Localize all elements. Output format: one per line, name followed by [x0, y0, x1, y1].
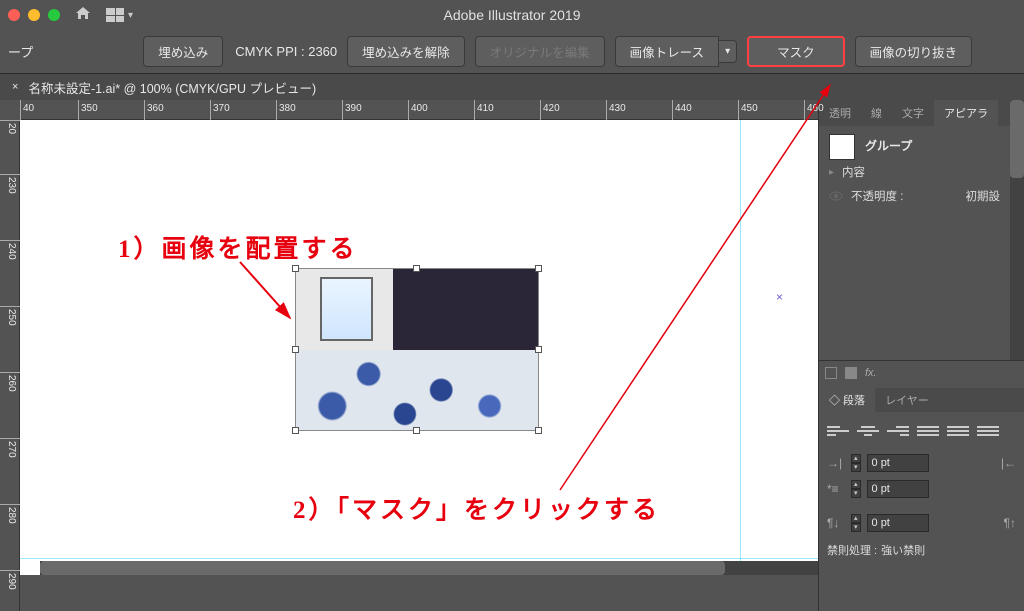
kinsoku-label: 禁則処理 :	[827, 542, 877, 558]
tab-transparency[interactable]: 透明	[819, 100, 861, 126]
expand-icon[interactable]: ▸	[829, 167, 834, 178]
resize-handle-bm[interactable]	[413, 427, 420, 434]
window-minimize-icon[interactable]	[28, 9, 40, 21]
ruler-vertical[interactable]: 20 230 240 250 260 270 280 290	[0, 120, 20, 611]
scrollbar-horizontal[interactable]	[40, 561, 818, 575]
stepper-down-icon[interactable]: ▾	[851, 523, 861, 532]
ruler-tick: 40	[20, 100, 34, 120]
tab-stroke[interactable]: 線	[861, 100, 892, 126]
scrollbar-thumb[interactable]	[1010, 100, 1024, 178]
align-center-button[interactable]	[857, 422, 879, 440]
justify-center-button[interactable]	[947, 422, 969, 440]
stroke-icon[interactable]	[845, 367, 857, 379]
tab-type[interactable]: 文字	[892, 100, 934, 126]
ruler-tick: 390	[342, 100, 362, 120]
ruler-tick: 350	[78, 100, 98, 120]
chevron-down-icon: ▾	[128, 10, 133, 21]
app-title: Adobe Illustrator 2019	[444, 7, 581, 23]
image-content	[296, 269, 538, 430]
justify-left-button[interactable]	[917, 422, 939, 440]
stepper-up-icon[interactable]: ▴	[851, 454, 861, 463]
tab-layers[interactable]: レイヤー	[875, 388, 939, 412]
embed-button[interactable]: 埋め込み	[143, 36, 223, 67]
ruler-tick: 380	[276, 100, 296, 120]
document-tab-title[interactable]: 名称未設定-1.ai* @ 100% (CMYK/GPU プレビュー)	[28, 78, 316, 97]
panel-scrollbar[interactable]	[1010, 100, 1024, 360]
image-trace-chevron-icon[interactable]: ▾	[719, 40, 737, 63]
space-after-icon: ¶↑	[1004, 516, 1016, 530]
guide-horizontal[interactable]	[20, 558, 818, 559]
close-tab-icon[interactable]: ×	[12, 81, 18, 93]
center-mark-icon: ×	[776, 290, 783, 304]
guide-vertical[interactable]	[740, 120, 741, 611]
ruler-tick: 20	[0, 120, 20, 134]
stepper-down-icon[interactable]: ▾	[851, 463, 861, 472]
ruler-tick: 450	[738, 100, 758, 120]
ruler-tick: 370	[210, 100, 230, 120]
ruler-tick: 430	[606, 100, 626, 120]
ruler-tick: 270	[0, 438, 20, 458]
resize-handle-bl[interactable]	[292, 427, 299, 434]
indent-right-icon: |←	[1001, 456, 1016, 470]
window-maximize-icon[interactable]	[48, 9, 60, 21]
space-before-input[interactable]	[867, 514, 929, 532]
unembed-button[interactable]: 埋め込みを解除	[347, 36, 465, 67]
mask-button[interactable]: マスク	[747, 36, 845, 67]
placed-image[interactable]	[295, 268, 539, 431]
ruler-tick: 400	[408, 100, 428, 120]
first-line-indent-icon: *≡	[827, 482, 845, 496]
home-icon[interactable]	[75, 6, 91, 25]
tab-appearance[interactable]: アピアラ	[934, 100, 998, 126]
image-trace-button[interactable]: 画像トレース	[615, 36, 719, 67]
first-line-indent-input[interactable]	[867, 480, 929, 498]
resize-handle-tm[interactable]	[413, 265, 420, 272]
stepper-up-icon[interactable]: ▴	[851, 514, 861, 523]
appearance-swatch[interactable]	[829, 134, 855, 160]
opacity-label: 不透明度 :	[851, 188, 903, 204]
align-left-button[interactable]	[827, 422, 849, 440]
ruler-tick: 240	[0, 240, 20, 260]
opacity-value[interactable]: 初期設	[966, 188, 1001, 204]
kinsoku-value[interactable]: 強い禁則	[881, 542, 925, 558]
space-before-icon: ¶↓	[827, 516, 845, 530]
ruler-tick: 410	[474, 100, 494, 120]
ruler-tick: 280	[0, 504, 20, 524]
workspace-switcher[interactable]: ▾	[106, 8, 133, 22]
indent-left-input[interactable]	[867, 454, 929, 472]
resize-handle-mr[interactable]	[535, 346, 542, 353]
ruler-tick: 230	[0, 174, 20, 194]
ruler-tick: 260	[0, 372, 20, 392]
resize-handle-tl[interactable]	[292, 265, 299, 272]
stepper-up-icon[interactable]: ▴	[851, 480, 861, 489]
ruler-tick: 440	[672, 100, 692, 120]
ruler-tick: 360	[144, 100, 164, 120]
crop-image-button[interactable]: 画像の切り抜き	[855, 36, 973, 67]
resize-handle-ml[interactable]	[292, 346, 299, 353]
visibility-icon[interactable]	[829, 189, 843, 203]
resize-handle-tr[interactable]	[535, 265, 542, 272]
resize-handle-br[interactable]	[535, 427, 542, 434]
ruler-tick: 460	[804, 100, 824, 120]
scrollbar-thumb[interactable]	[40, 561, 725, 575]
no-fill-icon[interactable]	[825, 367, 837, 379]
indent-left-icon: →|	[827, 456, 845, 470]
window-close-icon[interactable]	[8, 9, 20, 21]
tab-paragraph[interactable]: ◇ 段落	[819, 388, 875, 412]
fx-label[interactable]: fx.	[865, 367, 877, 379]
stepper-down-icon[interactable]: ▾	[851, 489, 861, 498]
align-right-button[interactable]	[887, 422, 909, 440]
ruler-tick: 290	[0, 570, 20, 590]
justify-right-button[interactable]	[977, 422, 999, 440]
ruler-horizontal[interactable]: 40 350 360 370 380 390 400 410 420 430 4…	[20, 100, 818, 120]
canvas[interactable]: ×	[20, 120, 818, 611]
ruler-tick: 420	[540, 100, 560, 120]
object-type-label: ープ	[8, 42, 33, 61]
contents-label[interactable]: 内容	[842, 164, 865, 180]
ruler-tick: 250	[0, 306, 20, 326]
image-info: CMYK PPI : 2360	[235, 44, 337, 59]
edit-original-button: オリジナルを編集	[475, 36, 605, 67]
